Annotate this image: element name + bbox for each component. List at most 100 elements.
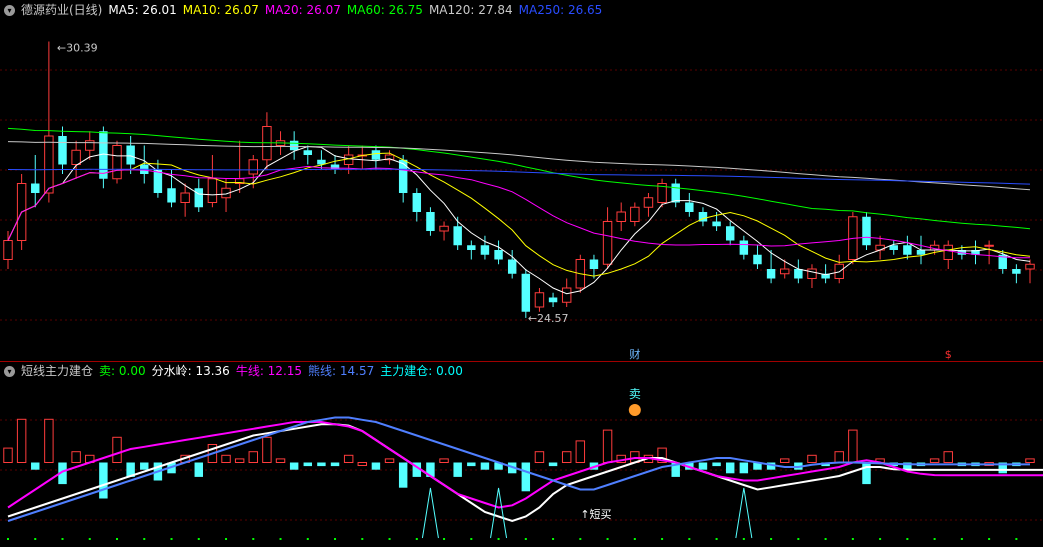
- signal-dot: [742, 538, 745, 540]
- candle-body: [903, 245, 912, 255]
- signal-dot: [633, 538, 636, 540]
- indicator-bar: [862, 462, 871, 485]
- signal-dot: [334, 538, 337, 540]
- indicator-bar: [384, 458, 395, 463]
- chart-canvas[interactable]: ←30.39 ←24.57 财 $ 卖 ↑短买: [0, 0, 1043, 547]
- indicator-bar: [929, 458, 940, 463]
- indicator-bar: [698, 462, 708, 470]
- candle-body: [725, 226, 735, 241]
- sell-signal-icon: [628, 404, 641, 416]
- signal-dot: [933, 538, 936, 540]
- candle-body: [112, 145, 122, 180]
- indicator-bar: [194, 462, 203, 477]
- candle-body: [794, 269, 803, 279]
- candle-body: [862, 216, 871, 246]
- indicator-bar: [3, 447, 13, 464]
- indicator-bar: [371, 462, 381, 470]
- candle-body: [494, 250, 503, 260]
- signal-dot: [61, 538, 64, 540]
- signal-dot: [197, 538, 200, 540]
- candle-body: [712, 221, 721, 227]
- candle-body: [3, 240, 13, 260]
- candle-body: [739, 240, 749, 255]
- signal-dot: [797, 538, 800, 540]
- candle-body: [453, 226, 462, 246]
- candle-body: [1025, 263, 1035, 270]
- signal-dot: [7, 538, 9, 540]
- indicator-bar: [779, 458, 790, 463]
- signal-dot: [661, 538, 664, 540]
- indicator-bar: [712, 462, 721, 467]
- signal-dot: [361, 538, 364, 540]
- indicator-bar: [521, 462, 531, 492]
- candle-body: [943, 244, 953, 260]
- candle-body: [480, 245, 490, 255]
- indicator-bar: [248, 451, 259, 464]
- indicator-bar: [140, 462, 149, 470]
- indicator-bar: [480, 462, 490, 470]
- candle-body: [671, 183, 680, 203]
- signal-dot: [879, 538, 882, 540]
- signal-dot: [497, 538, 500, 540]
- indicator-bar: [534, 451, 545, 464]
- signal-dot: [906, 538, 909, 540]
- candle-body: [1012, 269, 1021, 274]
- signal-dot: [279, 538, 282, 540]
- indicator-bar: [725, 462, 735, 474]
- candle-body: [534, 292, 545, 308]
- signal-dot: [579, 538, 582, 540]
- signal-dot: [252, 538, 255, 540]
- candle-body: [630, 206, 640, 222]
- candle-body: [426, 212, 435, 231]
- candle-body: [984, 244, 994, 247]
- signal-dot: [606, 538, 609, 540]
- signal-dot: [415, 538, 418, 540]
- candle-body: [289, 140, 299, 151]
- indicator-bar: [807, 454, 817, 463]
- signal-dot: [552, 538, 555, 540]
- indicator-bar: [71, 451, 81, 464]
- indicator-bar: [398, 462, 408, 488]
- candle-body: [126, 145, 135, 165]
- candle-body: [371, 150, 381, 160]
- indicator-bar: [575, 440, 586, 463]
- indicator-bar: [943, 451, 953, 464]
- indicator-bar: [439, 458, 449, 463]
- indicator-bar: [834, 451, 844, 464]
- signal-dot: [824, 538, 827, 540]
- high-price-label: ←30.39: [57, 41, 98, 54]
- signal-dot: [88, 538, 91, 540]
- indicator-bar: [848, 429, 858, 464]
- candle-body: [561, 287, 572, 303]
- candle-body: [467, 245, 476, 250]
- indicator-bar: [289, 462, 299, 470]
- buy-signal-triangle: [421, 487, 439, 539]
- signal-dot: [960, 538, 963, 540]
- candle-body: [685, 202, 694, 212]
- grid: [0, 69, 1043, 521]
- indicator-bar: [453, 462, 462, 477]
- signal-dot: [388, 538, 391, 540]
- signal-dot: [851, 538, 854, 540]
- signal-dot: [225, 538, 228, 540]
- signal-dot: [770, 538, 773, 540]
- indicator-bar: [548, 462, 558, 467]
- indicator-bar: [221, 454, 231, 463]
- candle-body: [439, 225, 449, 232]
- buy-signal-triangle: [490, 487, 508, 539]
- candle-body: [303, 150, 313, 155]
- indicator-bar: [31, 462, 40, 470]
- indicator-bar: [262, 436, 272, 463]
- short-buy-label: ↑短买: [580, 507, 611, 521]
- indicator-bar: [1025, 458, 1035, 463]
- candle-body: [44, 135, 54, 194]
- indicator-bar: [44, 418, 54, 463]
- candle-body: [71, 149, 81, 165]
- indicator-bar: [317, 462, 326, 467]
- buy-signal-triangle: [735, 487, 753, 539]
- candlestick-series: [3, 41, 1035, 318]
- low-price-label: ←24.57: [528, 312, 569, 325]
- dollar-marker: $: [945, 348, 952, 361]
- candle-body: [180, 192, 190, 203]
- indicator-bar: [16, 418, 27, 463]
